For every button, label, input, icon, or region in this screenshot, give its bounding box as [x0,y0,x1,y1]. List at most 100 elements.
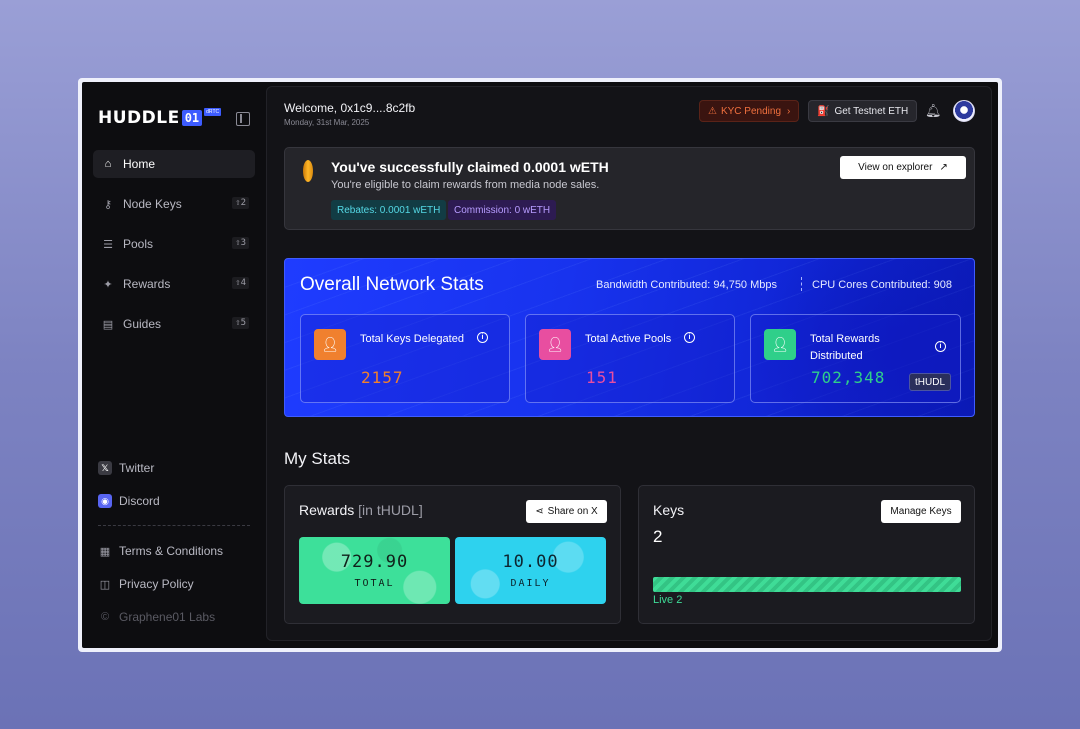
stat-value: 702,348 [811,368,886,387]
sparkle-icon: ✦ [103,278,113,291]
kyc-label: KYC Pending [720,105,782,117]
claim-banner: You've successfully claimed 0.0001 wETH … [284,147,975,230]
shortcut-badge: ⇧2 [232,197,249,209]
x-icon: 𝕏 [98,461,112,475]
shortcut-badge: ⇧5 [232,317,249,329]
kyc-pending-button[interactable]: ⚠ KYC Pending › [699,100,800,122]
sidebar-item-label: Pools [123,237,154,251]
privacy-label: Privacy Policy [119,577,194,591]
arrow-up-right-icon: ↗ [939,162,948,173]
coin-icon [303,160,313,182]
rewards-title: Rewards [in tHUDL] [299,502,423,518]
sidebar-item-home[interactable]: ⌂ Home [93,150,255,178]
stat-label: Total Keys Delegated [360,333,464,345]
home-icon: ⌂ [104,158,112,170]
user-key-icon: 👤︎ [314,329,346,360]
stat-label: Total Active Pools [585,333,672,345]
share-on-x-button[interactable]: ⋖ Share on X [526,500,607,523]
sidebar-item-label: Guides [123,317,162,331]
pool-icon: 👤︎ [539,329,571,360]
sidebar-item-node-keys[interactable]: ⚷ Node Keys ⇧2 [93,190,255,218]
cpu-stat: CPU Cores Contributed: 908 [812,279,953,291]
discord-label: Discord [119,494,160,508]
twitter-link[interactable]: 𝕏 Twitter [98,461,258,475]
keys-title: Keys [653,502,685,518]
claim-subtitle: You're eligible to claim rewards from me… [331,179,600,191]
share-label: Share on X [547,506,598,517]
sidebar-item-rewards[interactable]: ✦ Rewards ⇧4 [93,270,255,298]
total-rewards-value: 729.90 [340,552,409,572]
rewards-title-text: Rewards [299,502,355,518]
twitter-label: Twitter [119,461,155,475]
discord-link[interactable]: ◉ Discord [98,494,258,508]
keys-panel: Keys Manage Keys 2 Live 2 [638,485,975,624]
info-icon[interactable]: i [935,341,946,352]
unit-badge: tHUDL [909,373,952,391]
explorer-label: View on explorer [858,162,933,173]
info-icon[interactable]: i [477,332,488,343]
terms-link[interactable]: ▦ Terms & Conditions [98,544,223,558]
chevron-right-icon: › [787,105,791,117]
reward-icon: 👤︎ [764,329,796,360]
get-testnet-eth-button[interactable]: ⛽ Get Testnet ETH [808,100,918,122]
terms-label: Terms & Conditions [119,544,224,558]
sidebar-item-label: Rewards [123,277,171,291]
rebates-badge: Rebates: 0.0001 wETH [331,200,447,220]
database-icon: ☰ [103,238,113,251]
app-window: HUDDLE 01 dRTC ⌂ Home ⚷ Node Keys ⇧2 ☰ P… [82,82,998,648]
shortcut-badge: ⇧4 [232,277,249,289]
sidebar: HUDDLE 01 dRTC ⌂ Home ⚷ Node Keys ⇧2 ☰ P… [82,82,266,648]
daily-rewards-value: 10.00 [502,552,559,572]
sidebar-item-pools[interactable]: ☰ Pools ⇧3 [93,230,255,258]
brand-logo[interactable]: HUDDLE 01 dRTC [98,108,222,128]
total-rewards-distributed-card: 👤︎ Total Rewards Distributed i 702,348 t… [750,314,961,403]
fuel-icon: ⛽ [817,105,830,117]
document-icon: ▦ [99,545,111,558]
rewards-unit: [in tHUDL] [358,502,423,518]
bandwidth-stat: Bandwidth Contributed: 94,750 Mbps [596,279,778,291]
warning-icon: ⚠ [708,105,717,117]
privacy-link[interactable]: ◫ Privacy Policy [98,577,194,591]
live-keys-progress-bar [653,577,961,592]
keys-count: 2 [653,527,663,546]
view-on-explorer-button[interactable]: View on explorer ↗ [840,156,966,179]
key-icon: ⚷ [103,198,113,211]
total-rewards-label: TOTAL [354,578,395,589]
main-content: Welcome, 0x1c9....8c2fb Monday, 31st Mar… [266,86,992,641]
total-active-pools-card: 👤︎ Total Active Pools i 151 [525,314,735,403]
total-rewards-tile: 729.90 TOTAL [299,537,450,604]
window-frame: HUDDLE 01 dRTC ⌂ Home ⚷ Node Keys ⇧2 ☰ P… [78,78,1002,652]
brand-tag: dRTC [204,108,222,116]
commission-badge: Commission: 0 wETH [448,200,557,220]
stat-value: 2157 [361,368,404,387]
date-text: Monday, 31st Mar, 2025 [284,118,370,127]
stat-label: Total Rewards Distributed [810,333,880,362]
manage-keys-button[interactable]: Manage Keys [881,500,961,523]
share-icon: ⋖ [535,506,544,517]
daily-rewards-tile: 10.00 DAILY [455,537,606,604]
book-icon: ▤ [102,318,114,331]
network-stats-title: Overall Network Stats [300,274,484,295]
brand-name: HUDDLE [98,108,180,128]
avatar[interactable] [953,100,975,122]
sidebar-item-guides[interactable]: ▤ Guides ⇧5 [93,310,255,338]
copyright-icon: © [100,611,110,623]
daily-rewards-label: DAILY [510,578,551,589]
sidebar-divider [98,525,250,526]
stat-separator [801,277,802,291]
stat-value: 151 [586,368,618,387]
shortcut-badge: ⇧3 [232,237,249,249]
claim-title: You've successfully claimed 0.0001 wETH [331,159,609,175]
info-icon[interactable]: i [684,332,695,343]
brand-badge: 01 [181,110,203,126]
sidebar-item-label: Home [123,157,156,171]
bell-icon[interactable]: 🔔︎ [925,103,942,118]
sidebar-item-label: Node Keys [123,197,182,211]
manage-keys-label: Manage Keys [890,506,952,517]
sidebar-collapse-icon[interactable] [236,112,250,126]
live-keys-label: Live 2 [653,594,683,606]
testnet-label: Get Testnet ETH [834,105,909,117]
discord-icon: ◉ [98,494,112,508]
book-open-icon: ◫ [99,578,111,591]
welcome-text: Welcome, 0x1c9....8c2fb [284,101,416,115]
